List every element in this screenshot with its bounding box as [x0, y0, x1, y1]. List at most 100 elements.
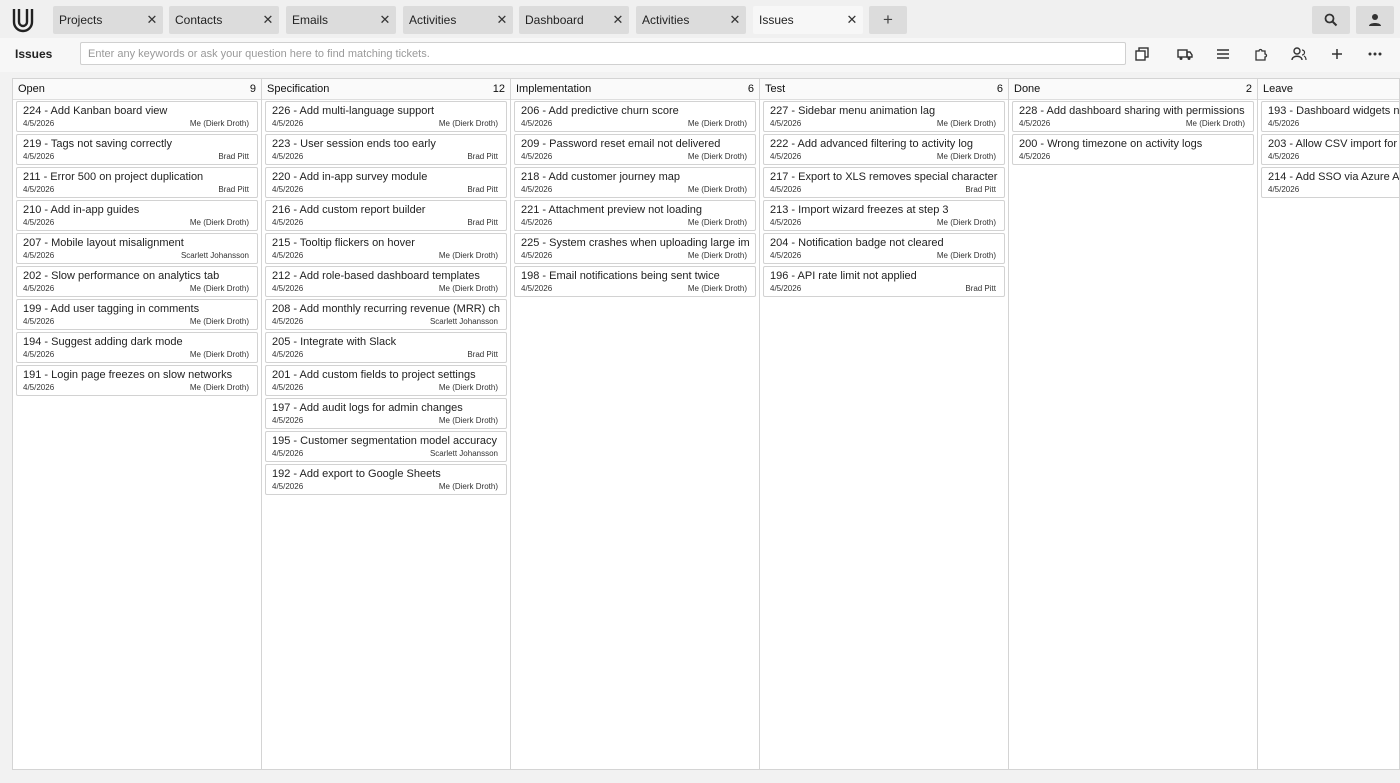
close-icon[interactable]: ✕ — [491, 6, 513, 34]
issue-assignee: Brad Pitt — [467, 185, 498, 194]
add-issue-button[interactable] — [1326, 43, 1348, 65]
issue-card[interactable]: 217 - Export to XLS removes special char… — [763, 167, 1005, 198]
issue-card[interactable]: 219 - Tags not saving correctly 4/5/2026 B… — [16, 134, 258, 165]
issue-card[interactable]: 206 - Add predictive churn score 4/5/2026… — [514, 101, 756, 132]
issue-card[interactable]: 223 - User session ends too early 4/5/202… — [265, 134, 507, 165]
issue-date: 4/5/2026 — [272, 350, 304, 359]
copy-button[interactable] — [1131, 43, 1153, 65]
tab-label: Projects — [59, 13, 103, 27]
plus-icon: + — [883, 10, 893, 29]
issue-card[interactable]: 200 - Wrong timezone on activity logs 4/5… — [1012, 134, 1254, 165]
tab-0[interactable]: Projects ✕ — [53, 6, 163, 34]
issue-title: 195 - Customer segmentation model accura… — [272, 435, 500, 447]
tab-label: Issues — [759, 13, 794, 27]
truck-icon — [1177, 49, 1193, 60]
issue-title: 217 - Export to XLS removes special char… — [770, 171, 998, 183]
column-header[interactable]: Test 6 — [760, 79, 1008, 100]
column-header[interactable]: Open 9 — [13, 79, 261, 100]
column-header[interactable]: Implementation 6 — [511, 79, 759, 100]
card-list: 226 - Add multi-language support 4/5/2026… — [262, 100, 510, 498]
issue-title: 193 - Dashboard widgets not loading — [1268, 105, 1400, 117]
issue-title: 224 - Add Kanban board view — [23, 105, 168, 117]
issue-date: 4/5/2026 — [23, 119, 55, 128]
column-header[interactable]: Leave — [1258, 79, 1399, 100]
extensions-button[interactable] — [1250, 43, 1272, 65]
issue-card[interactable]: 196 - API rate limit not applied 4/5/2026… — [763, 266, 1005, 297]
list-view-button[interactable] — [1212, 43, 1234, 65]
app-logo[interactable] — [10, 6, 36, 34]
issue-card[interactable]: 193 - Dashboard widgets not loading 4/5/2… — [1261, 101, 1400, 132]
issue-card[interactable]: 194 - Suggest adding dark mode 4/5/2026 Me… — [16, 332, 258, 363]
issue-card[interactable]: 220 - Add in-app survey module 4/5/2026 Br… — [265, 167, 507, 198]
issue-card[interactable]: 213 - Import wizard freezes at step 3 4/5… — [763, 200, 1005, 231]
issue-card[interactable]: 221 - Attachment preview not loading 4/5/… — [514, 200, 756, 231]
issue-title: 205 - Integrate with Slack — [272, 336, 397, 348]
assign-users-button[interactable] — [1288, 43, 1310, 65]
issue-assignee: Me (Dierk Droth) — [438, 383, 498, 392]
issue-card[interactable]: 228 - Add dashboard sharing with permiss… — [1012, 101, 1254, 132]
issue-card[interactable]: 201 - Add custom fields to project setti… — [265, 365, 507, 396]
issue-card[interactable]: 191 - Login page freezes on slow network… — [16, 365, 258, 396]
issue-card[interactable]: 209 - Password reset email not delivered… — [514, 134, 756, 165]
issue-card[interactable]: 215 - Tooltip flickers on hover 4/5/2026 M… — [265, 233, 507, 264]
close-icon[interactable]: ✕ — [141, 6, 163, 34]
tab-6[interactable]: Issues ✕ — [753, 6, 863, 34]
issue-title: 221 - Attachment preview not loading — [521, 204, 703, 216]
issue-card[interactable]: 199 - Add user tagging in comments 4/5/20… — [16, 299, 258, 330]
issue-card[interactable]: 207 - Mobile layout misalignment 4/5/2026… — [16, 233, 258, 264]
issue-title: 225 - System crashes when uploading larg… — [521, 237, 749, 249]
issue-card[interactable]: 203 - Allow CSV import for bulk users 4/5… — [1261, 134, 1399, 165]
close-icon[interactable]: ✕ — [841, 6, 863, 34]
search-input[interactable] — [80, 42, 1126, 65]
column-title: Done — [1014, 83, 1041, 95]
issue-card[interactable]: 208 - Add monthly recurring revenue (MRR… — [265, 299, 507, 330]
issue-card[interactable]: 197 - Add audit logs for admin changes 4/… — [265, 398, 507, 429]
issue-card[interactable]: 195 - Customer segmentation model accura… — [265, 431, 507, 462]
issue-card[interactable]: 212 - Add role-based dashboard templates… — [265, 266, 507, 297]
issue-card[interactable]: 224 - Add Kanban board view 4/5/2026 Me (D… — [16, 101, 258, 132]
kanban-board: Open 9 224 - Add Kanban board view 4/5/2026… — [12, 78, 1400, 770]
issue-assignee: Me (Dierk Droth) — [189, 119, 249, 128]
issue-title: 202 - Slow performance on analytics tab — [23, 270, 220, 282]
issue-assignee: Me (Dierk Droth) — [438, 251, 498, 260]
column-header[interactable]: Done 2 — [1009, 79, 1257, 100]
close-icon[interactable]: ✕ — [724, 6, 746, 34]
issue-date: 4/5/2026 — [23, 284, 55, 293]
close-icon[interactable]: ✕ — [257, 6, 279, 34]
issue-card[interactable]: 204 - Notification badge not cleared 4/5/… — [763, 233, 1005, 264]
issue-card[interactable]: 227 - Sidebar menu animation lag 4/5/2026… — [763, 101, 1005, 132]
tab-5[interactable]: Activities ✕ — [636, 6, 746, 34]
issue-card[interactable]: 214 - Add SSO via Azure AD 4/5/2026 — [1261, 167, 1399, 198]
issue-card[interactable]: 198 - Email notifications being sent twi… — [514, 266, 756, 297]
tab-2[interactable]: Emails ✕ — [286, 6, 396, 34]
issue-card[interactable]: 225 - System crashes when uploading larg… — [514, 233, 756, 264]
issue-date: 4/5/2026 — [1268, 152, 1300, 161]
delivery-button[interactable] — [1174, 43, 1196, 65]
issue-date: 4/5/2026 — [521, 119, 553, 128]
close-icon[interactable]: ✕ — [607, 6, 629, 34]
search-icon — [1324, 13, 1338, 27]
close-icon[interactable]: ✕ — [374, 6, 396, 34]
global-search-button[interactable] — [1312, 6, 1350, 34]
issue-card[interactable]: 216 - Add custom report builder 4/5/2026 B… — [265, 200, 507, 231]
tab-4[interactable]: Dashboard ✕ — [519, 6, 629, 34]
issue-card[interactable]: 218 - Add customer journey map 4/5/2026 Me… — [514, 167, 756, 198]
issue-card[interactable]: 211 - Error 500 on project duplication 4/… — [16, 167, 258, 198]
user-menu-button[interactable] — [1356, 6, 1394, 34]
tab-3[interactable]: Activities ✕ — [403, 6, 513, 34]
more-options-button[interactable] — [1364, 43, 1386, 65]
issue-card[interactable]: 226 - Add multi-language support 4/5/2026… — [265, 101, 507, 132]
column-count: 9 — [249, 83, 256, 95]
column-title: Specification — [267, 83, 330, 95]
issue-title: 198 - Email notifications being sent twi… — [521, 270, 720, 282]
issue-card[interactable]: 202 - Slow performance on analytics tab 4… — [16, 266, 258, 297]
issue-card[interactable]: 222 - Add advanced filtering to activity… — [763, 134, 1005, 165]
issue-card[interactable]: 210 - Add in-app guides 4/5/2026 Me (Dierk… — [16, 200, 258, 231]
tab-1[interactable]: Contacts ✕ — [169, 6, 279, 34]
issue-title: 199 - Add user tagging in comments — [23, 303, 200, 315]
column-header[interactable]: Specification 12 — [262, 79, 510, 100]
issue-card[interactable]: 205 - Integrate with Slack 4/5/2026 Brad P… — [265, 332, 507, 363]
issue-date: 4/5/2026 — [521, 284, 553, 293]
issue-card[interactable]: 192 - Add export to Google Sheets 4/5/202… — [265, 464, 507, 495]
add-tab-button[interactable]: + — [869, 6, 907, 34]
